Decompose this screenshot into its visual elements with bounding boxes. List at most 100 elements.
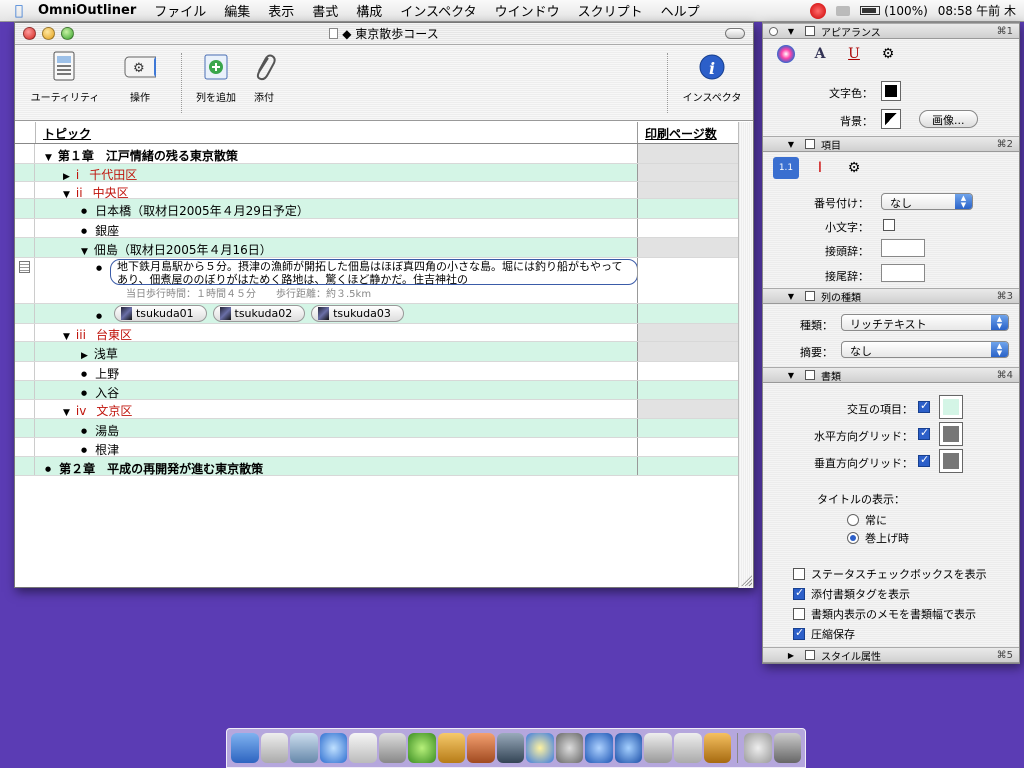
numbering-popup[interactable]: なし ▲ ▼ bbox=[881, 193, 973, 210]
section-column-type-header[interactable]: ▼ 列の種類 ⌘3 bbox=[763, 288, 1019, 304]
outline-row[interactable]: 第２章 平成の再開発が進む東京散策 bbox=[15, 457, 738, 476]
text-cursor-icon[interactable]: I bbox=[807, 157, 833, 179]
attach-button[interactable]: 添付 bbox=[247, 51, 281, 104]
system-preferences-icon[interactable] bbox=[743, 733, 772, 763]
menu-script[interactable]: スクリプト bbox=[578, 1, 643, 20]
color-wheel-icon[interactable] bbox=[773, 43, 799, 65]
print-pages-cell[interactable] bbox=[637, 238, 738, 257]
disclosure-open-icon[interactable] bbox=[81, 243, 94, 257]
outline-row[interactable]: 根津 bbox=[15, 438, 738, 457]
outline-row[interactable]: i 千代田区 bbox=[15, 164, 738, 182]
underline-icon[interactable]: U bbox=[841, 43, 867, 65]
vertical-scrollbar[interactable] bbox=[738, 122, 753, 588]
printer-icon[interactable] bbox=[378, 733, 407, 763]
outline-row[interactable]: iii 台東区 bbox=[15, 324, 738, 342]
menu-edit[interactable]: 編集 bbox=[224, 1, 250, 20]
row-topic[interactable]: i 千代田区 bbox=[63, 166, 137, 183]
disclosure-open-icon[interactable] bbox=[63, 404, 76, 418]
section-appearance-header[interactable]: ▼ アピアランス ⌘1 bbox=[763, 23, 1019, 39]
internet-explorer-icon[interactable] bbox=[614, 733, 643, 763]
disclosure-open-icon[interactable] bbox=[63, 186, 76, 200]
toolbar-toggle-button[interactable] bbox=[725, 28, 745, 39]
row-gutter[interactable] bbox=[15, 400, 35, 418]
inspector-button[interactable]: i インスペクタ bbox=[677, 51, 747, 104]
row-gutter[interactable] bbox=[15, 324, 35, 341]
print-pages-cell[interactable] bbox=[637, 182, 738, 198]
alternate-color-well[interactable] bbox=[939, 395, 963, 419]
radio-scroll[interactable]: 巻上げ時 bbox=[847, 530, 909, 546]
row-gutter[interactable] bbox=[15, 144, 35, 163]
suffix-field[interactable] bbox=[881, 264, 925, 282]
image-button[interactable]: 画像... bbox=[919, 110, 978, 128]
row-topic[interactable]: iii 台東区 bbox=[63, 326, 132, 343]
menu-help[interactable]: ヘルプ bbox=[661, 1, 700, 20]
print-pages-cell[interactable] bbox=[637, 258, 738, 303]
alternate-rows-checkbox[interactable] bbox=[918, 399, 930, 413]
column-header-topic[interactable]: トピック bbox=[43, 125, 91, 142]
mail-icon[interactable] bbox=[349, 733, 377, 763]
section-document-header[interactable]: ▼ 書類 ⌘4 bbox=[763, 367, 1019, 383]
outline-row[interactable]: 日本橋（取材日2005年４月29日予定） bbox=[15, 199, 738, 219]
radio-button[interactable] bbox=[847, 532, 859, 544]
column-header-print-pages[interactable]: 印刷ページ数 bbox=[645, 125, 717, 142]
utility-button[interactable]: ユーティリティ bbox=[23, 51, 107, 104]
print-pages-cell[interactable] bbox=[637, 400, 738, 418]
row-topic[interactable]: 第２章 平成の再開発が進む東京散策 bbox=[45, 460, 263, 477]
row-topic[interactable]: 入谷 bbox=[81, 384, 119, 401]
horizontal-grid-color-well[interactable] bbox=[939, 422, 963, 446]
disclosure-closed-icon[interactable] bbox=[81, 347, 94, 361]
row-topic[interactable]: 佃島（取材日2005年４月16日） bbox=[81, 241, 272, 258]
gear-icon[interactable]: ⚙ bbox=[841, 157, 867, 179]
disclosure-open-icon[interactable]: ▼ bbox=[783, 371, 799, 380]
print-pages-cell[interactable] bbox=[637, 304, 738, 323]
row-gutter[interactable] bbox=[15, 258, 35, 303]
app-menu[interactable]: OmniOutliner bbox=[38, 3, 136, 18]
print-pages-cell[interactable] bbox=[637, 164, 738, 181]
outline-row-note[interactable]: 地下鉄月島駅から５分。摂津の漁師が開拓した佃島はほぼ真四角の小さな島。堀には釣り… bbox=[15, 258, 738, 304]
outline-row[interactable]: 上野 bbox=[15, 362, 738, 381]
print-pages-cell[interactable] bbox=[637, 342, 738, 361]
horizontal-grid-checkbox[interactable] bbox=[918, 426, 930, 440]
menu-window[interactable]: ウインドウ bbox=[495, 1, 560, 20]
menu-format[interactable]: 書式 bbox=[312, 1, 338, 20]
textedit-icon[interactable] bbox=[673, 733, 702, 763]
row-gutter[interactable] bbox=[15, 304, 35, 323]
font-icon[interactable]: A bbox=[807, 43, 833, 65]
vertical-grid-checkbox[interactable] bbox=[918, 453, 930, 467]
iphoto-icon[interactable] bbox=[467, 733, 495, 763]
row-gutter[interactable] bbox=[15, 419, 35, 437]
print-pages-cell[interactable] bbox=[637, 324, 738, 341]
show-status-checkbox-row[interactable]: ステータスチェックボックスを表示 bbox=[793, 566, 987, 582]
disclosure-open-icon[interactable]: ▼ bbox=[783, 140, 799, 149]
row-topic[interactable]: iv 文京区 bbox=[63, 402, 132, 419]
menubar-clock[interactable]: 08:58 午前 木 bbox=[938, 2, 1016, 19]
itunes-icon[interactable] bbox=[408, 733, 436, 763]
note-icon[interactable] bbox=[19, 261, 30, 273]
window-titlebar[interactable]: ◆ 東京散歩コース bbox=[15, 23, 753, 45]
radio-always[interactable]: 常に bbox=[847, 512, 887, 528]
show-status-checkbox[interactable] bbox=[793, 568, 805, 580]
row-gutter[interactable] bbox=[15, 381, 35, 399]
attachment-tag[interactable]: tsukuda02 bbox=[212, 305, 306, 322]
type-popup[interactable]: リッチテキスト ▲ ▼ bbox=[841, 314, 1009, 331]
row-gutter[interactable] bbox=[15, 342, 35, 361]
row-gutter[interactable] bbox=[15, 219, 35, 237]
row-gutter[interactable] bbox=[15, 182, 35, 198]
print-pages-cell[interactable] bbox=[637, 219, 738, 237]
attachment-tag[interactable]: tsukuda03 bbox=[311, 305, 404, 322]
row-gutter[interactable] bbox=[15, 438, 35, 456]
display-icon[interactable] bbox=[836, 5, 851, 16]
text-color-well[interactable] bbox=[881, 81, 901, 101]
prefix-field[interactable] bbox=[881, 239, 925, 257]
vertical-grid-color-well[interactable] bbox=[939, 449, 963, 473]
row-topic[interactable]: 湯島 bbox=[81, 422, 119, 439]
radio-button[interactable] bbox=[847, 514, 859, 526]
row-gutter[interactable] bbox=[15, 199, 35, 218]
lowercase-checkbox[interactable] bbox=[883, 219, 895, 231]
show-attachment-tags-row[interactable]: 添付書類タグを表示 bbox=[793, 586, 910, 602]
resize-grip-icon[interactable] bbox=[740, 574, 752, 586]
attachment-tag[interactable]: tsukuda01 bbox=[113, 305, 207, 322]
omnioutliner-icon[interactable] bbox=[703, 733, 732, 763]
outline-row[interactable]: 入谷 bbox=[15, 381, 738, 400]
menu-organize[interactable]: 構成 bbox=[356, 1, 382, 20]
